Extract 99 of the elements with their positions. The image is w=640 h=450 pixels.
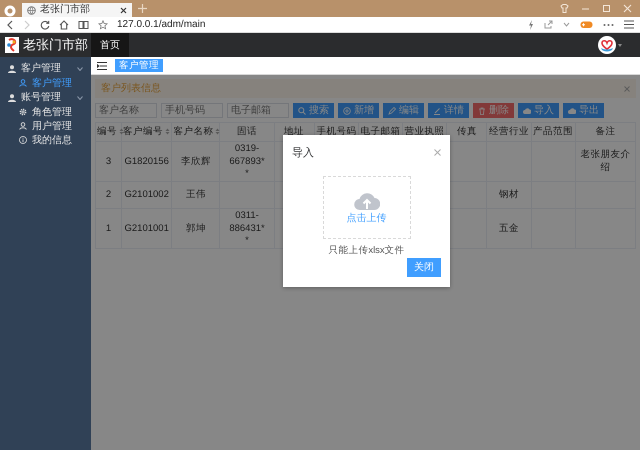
sort-icon[interactable] [215,128,220,135]
tab-title: 老张门市部 [40,5,90,15]
user-icon [19,79,27,87]
gear-icon [19,108,27,116]
table-cell: 五金 [486,208,532,249]
column-header: 固话 [237,126,258,137]
column-header: 备注 [595,126,616,137]
column-header: 经营行业 [488,126,529,137]
star-icon[interactable] [98,20,108,30]
menu-group[interactable]: 客户管理 [0,61,91,76]
toolbar-button[interactable]: 编辑 [383,103,424,118]
back-icon[interactable] [6,20,14,30]
toolbar-button[interactable]: 新增 [338,103,379,118]
menu-item[interactable]: 客户管理 [0,76,91,90]
upload-link[interactable]: 点击上传 [346,214,386,224]
menu-icon[interactable] [624,20,634,29]
person-icon [8,94,16,102]
column-header: 编号 [97,126,117,137]
menu-group-label: 客户管理 [21,62,61,76]
table-cell: 0311-886431* * [220,208,274,249]
column-header: 营业执照 [404,126,445,137]
shirt-icon[interactable] [560,4,569,13]
column-header: 客户编号 [123,126,164,137]
logo-icon [5,37,19,53]
plus-icon [343,106,351,114]
column-header: 产品范围 [533,126,574,137]
table-cell: G1820156 [122,142,172,182]
lightning-icon[interactable] [528,20,534,30]
toolbar-button[interactable]: 删除 [473,103,514,118]
trash-icon [478,106,486,114]
maximize-icon[interactable] [602,4,611,13]
table-cell: 李欣辉 [172,142,220,182]
book-icon[interactable] [78,20,89,30]
column-header: 电子邮箱 [360,126,400,137]
dialog-title: 导入 [292,146,314,161]
table-cell: 2 [96,182,122,209]
user-icon [19,122,27,130]
search-field[interactable]: 手机号码 [161,103,223,118]
column-header: 客户名称 [173,126,214,137]
nav-tab[interactable]: 首页 [91,33,129,57]
menu-group[interactable]: 账号管理 [0,90,91,105]
sort-icon[interactable] [165,128,170,135]
reload-icon[interactable] [40,20,50,30]
caret-icon[interactable] [563,22,570,27]
upload-area[interactable]: 点击上传 [322,176,410,239]
menu-item-label: 我的信息 [32,134,72,148]
table-cell: 3 [96,142,122,182]
notice-text: 客户列表信息 [101,82,161,96]
person-icon [8,64,16,72]
forward-icon[interactable] [23,20,31,30]
toolbar-button[interactable]: 详情 [428,103,469,118]
brand-name: 老张门市部 [23,36,88,54]
menu-item[interactable]: 我的信息 [0,133,91,147]
globe-icon [27,6,36,14]
table-cell: 老张朋友介绍 [575,142,636,182]
close-button[interactable]: 关闭 [407,258,441,277]
new-tab-icon[interactable] [138,4,147,13]
toolbar-button[interactable]: 导入 [518,103,559,118]
toolbar-button[interactable]: 搜索 [293,103,334,118]
column-header: 手机号码 [316,126,356,137]
table-cell: G2101002 [122,182,172,209]
page-tab[interactable]: 客户管理 [115,58,163,72]
search-field[interactable]: 电子邮箱 [227,103,289,118]
menu-item-label: 用户管理 [32,120,72,134]
gamepad-icon[interactable] [580,20,593,29]
table-cell: 1 [96,208,122,249]
browser-tab[interactable]: 老张门市部 [22,3,132,17]
cloud-icon [568,106,576,114]
column-header: 地址 [284,126,304,137]
caret-icon[interactable] [618,44,622,46]
table-cell: 0319-667893* * [220,142,274,182]
menu-group-label: 账号管理 [21,90,61,105]
search-field[interactable]: 客户名称 [95,103,157,118]
pencil-icon [388,106,396,114]
table-cell: G2101001 [122,208,172,249]
info-icon [19,136,27,144]
cloud-icon [523,106,531,114]
toolbar-button[interactable]: 导出 [563,103,604,118]
column-header: 传真 [456,126,477,137]
address-text[interactable]: 127.0.0.1/adm/main [117,20,206,30]
menu-item-label: 客户管理 [32,76,72,90]
table-cell: 王伟 [172,182,220,209]
pen-icon [433,106,441,114]
search-icon [298,106,306,114]
table-cell: 钢材 [486,182,532,209]
close-icon[interactable] [120,6,127,14]
menu-item[interactable]: 用户管理 [0,119,91,133]
share-icon[interactable] [544,20,553,29]
upload-hint: 只能上传xlsx文件 [327,244,406,258]
menu-item[interactable]: 角色管理 [0,105,91,119]
sort-icon[interactable] [119,128,124,135]
close-icon [434,149,441,156]
table-cell: 郭坤 [172,208,220,249]
avatar-icon[interactable] [598,36,616,54]
cloud-upload-icon [354,190,380,211]
home-icon[interactable] [59,20,69,30]
menu-item-label: 角色管理 [32,106,72,120]
more-icon[interactable] [603,22,614,26]
menu-icon[interactable] [97,62,107,70]
